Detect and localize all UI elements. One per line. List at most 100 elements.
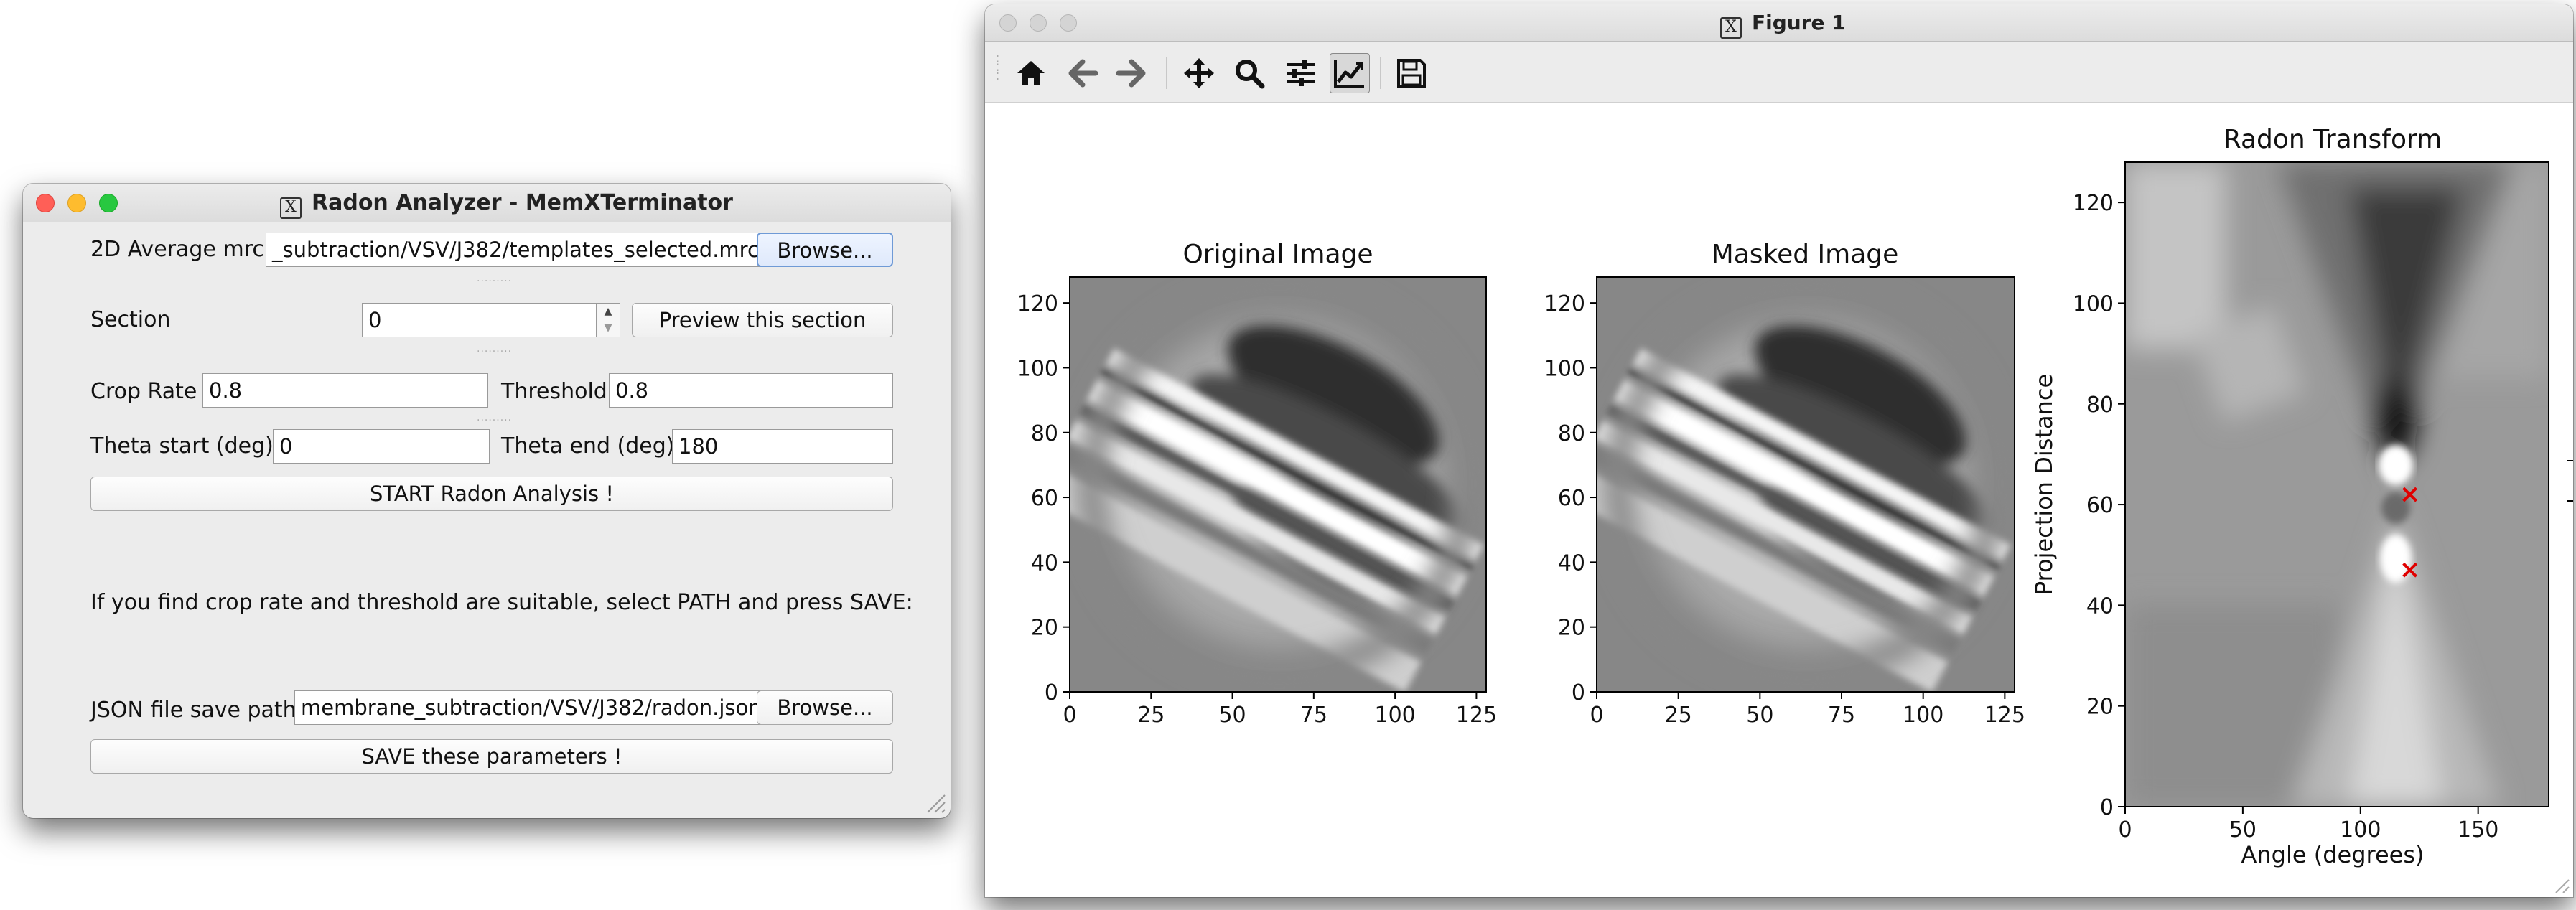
x11-logo-icon: X <box>280 197 302 219</box>
theta-end-input[interactable]: 180 <box>672 429 893 464</box>
y-tick-label: 20 <box>2086 695 2114 720</box>
theta-start-input[interactable]: 0 <box>273 429 490 464</box>
stepper-up-icon[interactable]: ▲ <box>597 304 620 320</box>
masked-image-title: Masked Image <box>1712 240 1899 269</box>
mrc-label: 2D Average mrc <box>90 237 264 262</box>
x-tick-label: 100 <box>2340 817 2381 843</box>
y-tick-label: 20 <box>1031 616 1058 641</box>
y-tick-label: 40 <box>1558 550 1585 576</box>
masked-image-axes[interactable]: Masked Image 0 25 50 75 100 125 0 20 40 60 80 100 12… <box>1544 240 2025 728</box>
zoom-magnifier-icon[interactable] <box>1229 53 1269 93</box>
y-tick-label: 60 <box>1031 486 1058 511</box>
y-tick-label: 120 <box>1544 291 1585 316</box>
x-tick-label: 25 <box>1137 703 1165 728</box>
x-tick-label: 50 <box>2229 817 2257 843</box>
configure-subplots-icon[interactable] <box>1281 53 1321 93</box>
window-title: X Figure 1 <box>1720 4 1846 42</box>
x-tick-label: 100 <box>1374 703 1415 728</box>
resize-grip-icon[interactable] <box>2553 877 2570 894</box>
splitter-handle[interactable]: ......... <box>477 412 512 423</box>
y-tick-label: 120 <box>1017 291 1058 316</box>
forward-arrow-icon[interactable] <box>1111 53 1152 93</box>
maximize-window-button[interactable] <box>99 194 118 212</box>
figure-titlebar[interactable]: X Figure 1 <box>985 4 2573 42</box>
json-path-input[interactable]: membrane_subtraction/VSV/J382/radon.json <box>294 690 771 725</box>
window-title: X Radon Analyzer - MemXTerminator <box>280 184 733 222</box>
figure-canvas[interactable]: Original Image 0 25 50 75 100 125 0 20 40 60 80 100… <box>985 102 2573 896</box>
y-tick-label: 100 <box>1544 356 1585 381</box>
splitter-handle[interactable]: ......... <box>477 343 512 355</box>
original-image-axes[interactable]: Original Image 0 25 50 75 100 125 0 20 40 60 80 100… <box>1017 240 1497 728</box>
radon-transform-title: Radon Transform <box>2223 125 2442 154</box>
y-tick-label: 20 <box>1558 616 1585 641</box>
save-parameters-button[interactable]: SAVE these parameters ! <box>90 739 893 774</box>
x-tick-label: 50 <box>1746 703 1773 728</box>
x-tick-label: 100 <box>1903 703 1943 728</box>
home-icon[interactable] <box>1011 53 1051 93</box>
original-image-title: Original Image <box>1182 240 1373 269</box>
close-window-button[interactable] <box>36 194 55 212</box>
y-tick-label: 60 <box>2086 493 2114 518</box>
back-arrow-icon[interactable] <box>1063 53 1103 93</box>
toolbar-separator <box>1380 57 1381 89</box>
start-radon-analysis-button[interactable]: START Radon Analysis ! <box>90 477 893 511</box>
x-tick-label: 0 <box>1063 703 1076 728</box>
minimize-window-button[interactable] <box>1030 14 1047 32</box>
y-tick-label: 40 <box>2086 594 2114 619</box>
y-tick-label: 0 <box>1045 680 1058 705</box>
resize-grip-icon[interactable] <box>925 792 946 814</box>
x-tick-label: 50 <box>1218 703 1246 728</box>
x-tick-label: 75 <box>1300 703 1327 728</box>
radon-analyzer-window: X Radon Analyzer - MemXTerminator 2D Aver… <box>23 184 951 818</box>
figure-toolbar: ::: <box>985 42 2573 103</box>
info-text: If you find crop rate and threshold are … <box>90 590 913 615</box>
window-title-text: Radon Analyzer - MemXTerminator <box>312 190 733 215</box>
x-tick-label: 75 <box>1828 703 1855 728</box>
y-tick-label: 0 <box>1572 680 1585 705</box>
y-tick-label: 100 <box>2073 291 2114 316</box>
x-tick-label: 25 <box>1665 703 1692 728</box>
mrc-path-input[interactable]: _subtraction/VSV/J382/templates_selected… <box>266 233 771 267</box>
edit-axis-icon[interactable] <box>1330 53 1370 93</box>
preview-section-button[interactable]: Preview this section <box>632 303 893 337</box>
x-tick-label: 150 <box>2458 817 2498 843</box>
section-label: Section <box>90 307 171 332</box>
threshold-label: Threshold <box>501 379 607 404</box>
y-tick-label: 120 <box>2073 191 2114 216</box>
theta-end-label: Theta end (deg) <box>501 433 675 459</box>
theta-start-label: Theta start (deg) <box>90 433 274 459</box>
x-tick-label: 0 <box>2118 817 2132 843</box>
figure-window: X Figure 1 ::: Original Image 0 25 50 75… <box>985 4 2573 897</box>
crop-rate-label: Crop Rate <box>90 379 197 404</box>
radon-transform-raster <box>2125 162 2549 807</box>
y-tick-label: 100 <box>1017 356 1058 381</box>
browse-mrc-button[interactable]: Browse... <box>757 233 893 267</box>
y-tick-label: 60 <box>1558 486 1585 511</box>
masked-image-raster <box>1597 277 2015 692</box>
save-floppy-icon[interactable] <box>1391 53 1432 93</box>
json-path-label: JSON file save path <box>90 698 297 723</box>
pan-move-icon[interactable] <box>1179 53 1219 93</box>
y-tick-label: 40 <box>1031 550 1058 576</box>
close-window-button[interactable] <box>999 14 1017 32</box>
threshold-input[interactable]: 0.8 <box>609 373 893 408</box>
x-tick-label: 0 <box>1590 703 1603 728</box>
x-tick-label: 125 <box>1456 703 1497 728</box>
toolbar-separator <box>1166 57 1167 89</box>
toolbar-handle[interactable]: ::: <box>995 50 1001 82</box>
section-stepper[interactable]: ▲ ▼ <box>596 303 620 337</box>
browse-json-button[interactable]: Browse... <box>757 690 893 725</box>
radon-ylabel: Projection Distance <box>2030 374 2058 595</box>
section-spinbox[interactable]: 0 <box>362 303 603 337</box>
y-tick-label: 0 <box>2100 795 2114 820</box>
y-tick-label: 80 <box>1031 421 1058 446</box>
y-tick-label: 80 <box>1558 421 1585 446</box>
minimize-window-button[interactable] <box>67 194 86 212</box>
radon-transform-axes[interactable]: Radon Transform 0 50 100 150020406080100… <box>2030 125 2549 868</box>
splitter-handle[interactable]: ......... <box>477 273 512 284</box>
crop-rate-input[interactable]: 0.8 <box>202 373 488 408</box>
maximize-window-button[interactable] <box>1060 14 1077 32</box>
radon-titlebar[interactable]: X Radon Analyzer - MemXTerminator <box>23 184 951 222</box>
stepper-down-icon[interactable]: ▼ <box>597 320 620 337</box>
original-image-raster <box>1070 277 1486 692</box>
